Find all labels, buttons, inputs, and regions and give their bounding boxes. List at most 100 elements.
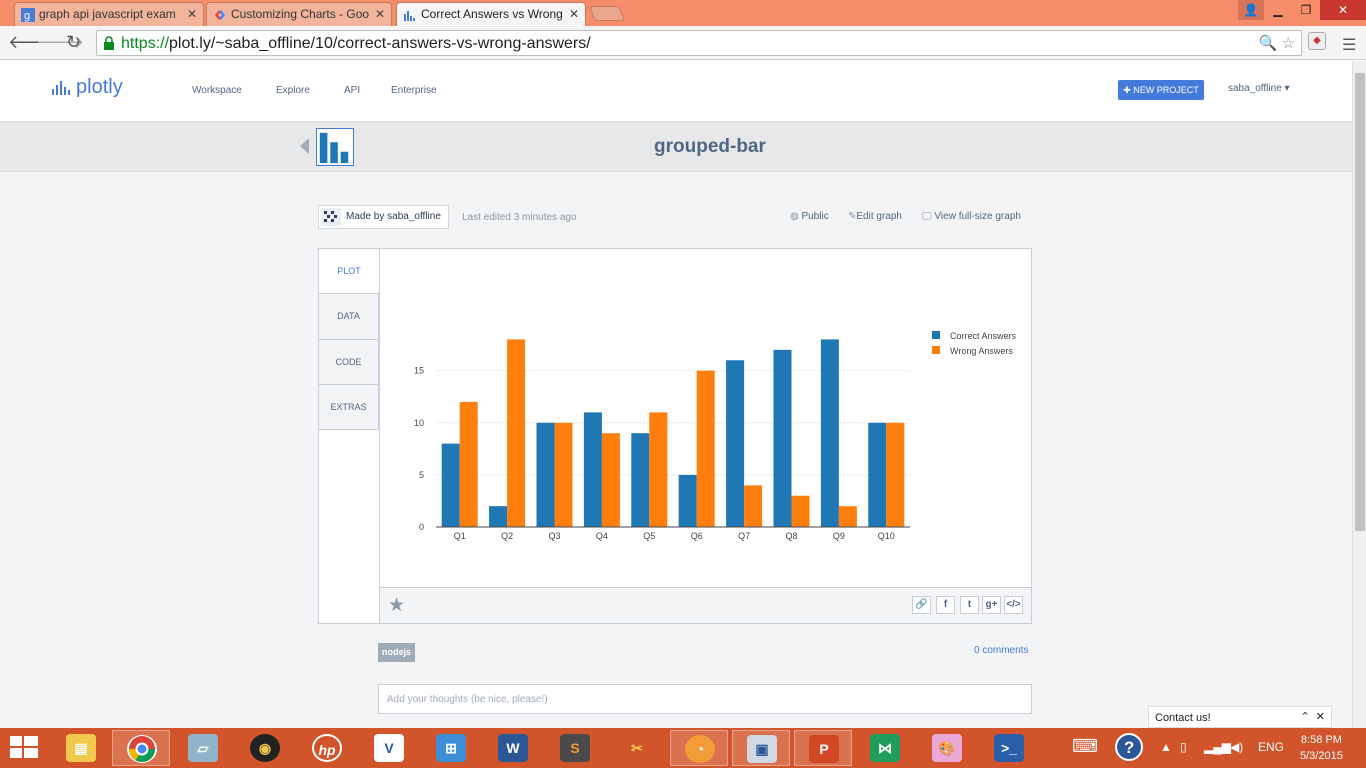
- star-icon[interactable]: ★: [388, 594, 405, 617]
- browser-tab-correct-answers[interactable]: Correct Answers vs Wrong ✕: [396, 2, 586, 26]
- grouped-bar-chart[interactable]: 0 5 10 15 Q1 Q2 Q3 Q4 Q5 Q6 Q7 Q8 Q9 Q10 Correct Answe…: [380, 249, 1032, 587]
- view-full-size-link[interactable]: 🖵 View full-size graph: [922, 211, 1021, 222]
- bar-wrong[interactable]: [744, 485, 763, 527]
- bar-correct[interactable]: [820, 339, 839, 527]
- google-plus-icon[interactable]: g+: [982, 596, 1001, 614]
- hp-button[interactable]: hp: [298, 730, 356, 766]
- tab-data[interactable]: DATA: [319, 294, 379, 340]
- windows-start-icon[interactable]: [10, 736, 38, 760]
- word-button[interactable]: W: [484, 730, 542, 766]
- embed-code-icon[interactable]: </>: [1004, 596, 1023, 614]
- previous-arrow-icon[interactable]: [300, 138, 309, 154]
- bar-wrong[interactable]: [554, 422, 573, 527]
- legend-label[interactable]: Wrong Answers: [950, 346, 1013, 356]
- paint-button[interactable]: 🎨: [918, 730, 976, 766]
- bar-wrong[interactable]: [649, 412, 668, 527]
- power-icon[interactable]: ▯: [1180, 740, 1187, 754]
- close-icon[interactable]: ✕: [1316, 711, 1325, 723]
- tools-button[interactable]: ✂: [608, 730, 666, 766]
- bar-wrong[interactable]: [791, 495, 810, 527]
- contact-us-widget[interactable]: Contact us! ⌃ ✕: [1148, 706, 1332, 728]
- legend-swatch[interactable]: [932, 331, 940, 339]
- legend-label[interactable]: Correct Answers: [950, 331, 1017, 341]
- minimize-button[interactable]: ▁: [1264, 0, 1292, 20]
- profile-icon[interactable]: 👤: [1238, 0, 1264, 20]
- link-icon[interactable]: 🔗: [912, 596, 931, 614]
- keyboard-icon[interactable]: ⌨: [1072, 736, 1098, 757]
- new-tab-button[interactable]: [589, 6, 625, 21]
- bar-correct[interactable]: [678, 474, 697, 527]
- visual-studio-button[interactable]: ⋈: [856, 730, 914, 766]
- file-explorer-button[interactable]: ▤: [52, 730, 110, 766]
- close-icon[interactable]: ✕: [569, 7, 579, 21]
- facebook-icon[interactable]: f: [936, 596, 955, 614]
- close-icon[interactable]: ✕: [187, 7, 197, 21]
- bar-wrong[interactable]: [886, 422, 905, 527]
- app-button[interactable]: ▱: [174, 730, 232, 766]
- chevron-up-icon[interactable]: ⌃: [1300, 711, 1309, 723]
- restore-button[interactable]: ❐: [1292, 0, 1320, 20]
- public-link[interactable]: ◍ Public: [790, 211, 829, 222]
- comments-link[interactable]: 0 comments: [974, 645, 1028, 656]
- tab-plot[interactable]: PLOT: [319, 249, 379, 294]
- volume-icon[interactable]: ◀): [1230, 740, 1243, 754]
- remote-desktop-button[interactable]: ▣: [732, 730, 790, 766]
- browser-tab-graph-api[interactable]: g graph api javascript exam ✕: [14, 2, 204, 26]
- user-menu[interactable]: saba_offline ▾: [1228, 83, 1290, 94]
- made-by-badge[interactable]: Made by saba_offline: [318, 205, 449, 229]
- extension-icon[interactable]: ◆: [1308, 32, 1326, 50]
- bar-wrong[interactable]: [696, 370, 715, 527]
- close-icon[interactable]: ✕: [375, 7, 385, 21]
- tab-extras[interactable]: EXTRAS: [319, 385, 379, 430]
- bar-correct[interactable]: [536, 422, 555, 527]
- nav-api[interactable]: API: [344, 85, 360, 96]
- url-scheme: https://: [121, 35, 170, 52]
- tab-code[interactable]: CODE: [319, 340, 379, 385]
- twitter-icon[interactable]: t: [960, 596, 979, 614]
- browser-menu-icon[interactable]: ☰: [1342, 35, 1356, 55]
- bar-correct[interactable]: [868, 422, 887, 527]
- help-icon[interactable]: ?: [1114, 732, 1144, 765]
- reload-icon[interactable]: ↻: [66, 32, 81, 53]
- address-bar[interactable]: https://plot.ly/~saba_offline/10/correct…: [96, 30, 1302, 56]
- media-player-button[interactable]: ◉: [236, 730, 294, 766]
- window-close-button[interactable]: ✕: [1320, 0, 1366, 20]
- bar-correct[interactable]: [773, 349, 792, 527]
- zoom-icon[interactable]: 🔍: [1259, 35, 1278, 52]
- nav-enterprise[interactable]: Enterprise: [391, 85, 437, 96]
- network-app-button[interactable]: ⊞: [422, 730, 480, 766]
- new-project-button[interactable]: ✚ NEW PROJECT: [1118, 80, 1204, 100]
- powerpoint-button[interactable]: P: [794, 730, 852, 766]
- bar-wrong[interactable]: [601, 433, 620, 527]
- browser-tab-customizing-charts[interactable]: Customizing Charts - Goo ✕: [206, 2, 392, 26]
- tray-expand-icon[interactable]: ▲: [1160, 740, 1172, 754]
- page-scrollbar[interactable]: [1352, 61, 1366, 728]
- legend-swatch[interactable]: [932, 346, 940, 354]
- bar-correct[interactable]: [441, 443, 460, 527]
- clock[interactable]: 8:58 PM 5/3/2015: [1300, 732, 1343, 764]
- firefox-button[interactable]: ◔: [670, 730, 728, 766]
- bookmark-star-icon[interactable]: ☆: [1282, 35, 1295, 52]
- bar-wrong[interactable]: [838, 506, 857, 527]
- visio-button[interactable]: V: [360, 730, 418, 766]
- signal-icon[interactable]: ▂▄▆: [1204, 740, 1231, 754]
- bar-wrong[interactable]: [459, 401, 478, 527]
- nav-explore[interactable]: Explore: [276, 85, 310, 96]
- graph-thumbnail[interactable]: [316, 128, 354, 166]
- powershell-button[interactable]: >_: [980, 730, 1038, 766]
- language-indicator[interactable]: ENG: [1258, 740, 1284, 754]
- view-full-label: View full-size graph: [934, 211, 1021, 222]
- chrome-button[interactable]: [112, 730, 170, 766]
- bar-correct[interactable]: [631, 433, 650, 527]
- bar-correct[interactable]: [489, 506, 508, 527]
- comment-input[interactable]: Add your thoughts (be nice, please!): [378, 684, 1032, 714]
- scrollbar-thumb[interactable]: [1355, 73, 1365, 531]
- tag-badge[interactable]: nodejs: [378, 643, 416, 662]
- nav-workspace[interactable]: Workspace: [192, 85, 242, 96]
- bar-correct[interactable]: [583, 412, 602, 527]
- bar-correct[interactable]: [726, 360, 745, 527]
- bar-wrong[interactable]: [507, 339, 526, 527]
- edit-graph-link[interactable]: ✎Edit graph: [848, 211, 902, 222]
- sublime-button[interactable]: S: [546, 730, 604, 766]
- plotly-logo[interactable]: plotly: [52, 76, 123, 99]
